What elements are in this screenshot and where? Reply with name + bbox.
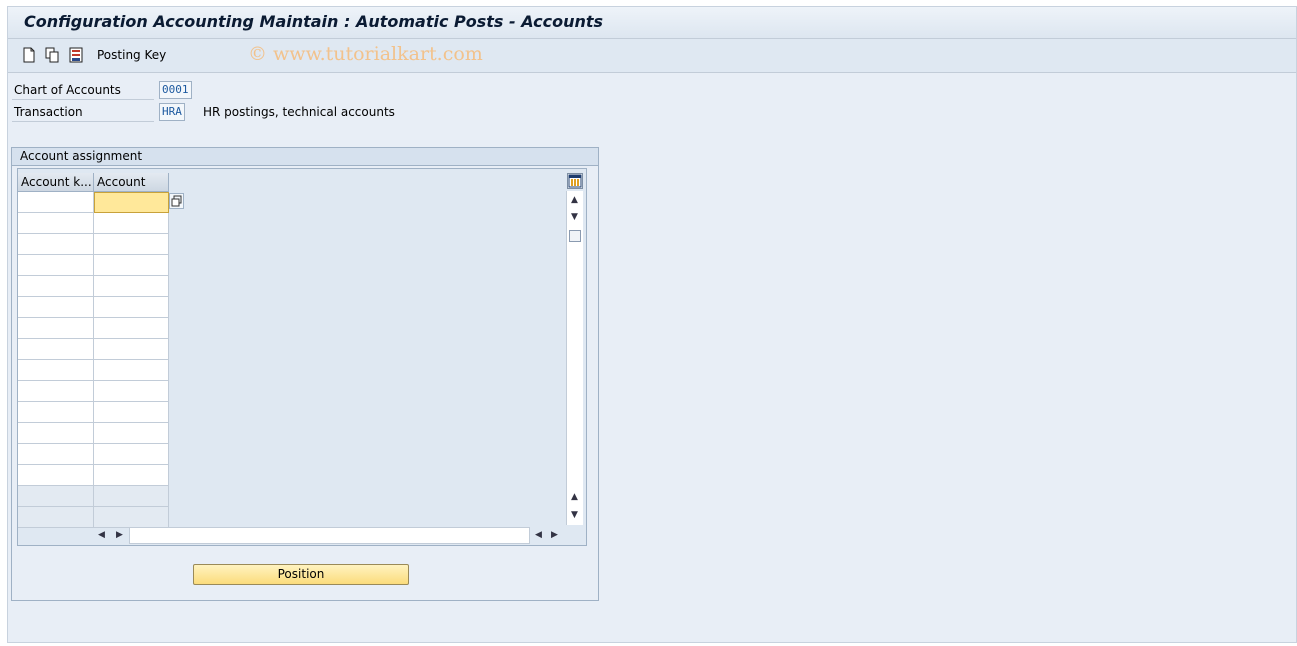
- scroll-down-icon[interactable]: ▼: [567, 210, 582, 225]
- account-key-cell[interactable]: [18, 297, 94, 318]
- account-key-cell[interactable]: [18, 423, 94, 444]
- account-key-cell[interactable]: [18, 465, 94, 486]
- account-key-cell[interactable]: [18, 234, 94, 255]
- account-cell: [94, 486, 169, 507]
- account-key-cell: [18, 486, 94, 507]
- copy-icon[interactable]: [45, 47, 59, 63]
- account-key-cell[interactable]: [18, 360, 94, 381]
- scroll-right-end-icon[interactable]: ▶: [548, 527, 561, 544]
- account-cell[interactable]: [94, 276, 169, 297]
- account-cell: [94, 507, 169, 528]
- account-cell[interactable]: [94, 255, 169, 276]
- chart-of-accounts-label: Chart of Accounts: [12, 81, 154, 100]
- page-title: Configuration Accounting Maintain : Auto…: [24, 12, 604, 31]
- account-cell[interactable]: [94, 465, 169, 486]
- scroll-left-icon[interactable]: ◀: [95, 527, 108, 544]
- account-key-cell[interactable]: [18, 213, 94, 234]
- account-cell[interactable]: [94, 339, 169, 360]
- account-key-cell[interactable]: [18, 318, 94, 339]
- account-key-cell[interactable]: [18, 444, 94, 465]
- table-settings-button[interactable]: [567, 173, 583, 189]
- account-key-cell[interactable]: [18, 402, 94, 423]
- transaction-label: Transaction: [12, 103, 154, 122]
- account-cell[interactable]: [94, 444, 169, 465]
- account-cell[interactable]: [94, 402, 169, 423]
- account-cell[interactable]: [94, 423, 169, 444]
- watermark: © www.tutorialkart.com: [248, 43, 483, 65]
- account-cell[interactable]: [94, 234, 169, 255]
- scroll-left-end-icon[interactable]: ◀: [532, 527, 545, 544]
- scroll-up-icon[interactable]: ▲: [567, 193, 582, 208]
- application-toolbar: Posting Key © www.tutorialkart.com: [8, 39, 1296, 73]
- new-entry-icon[interactable]: [22, 47, 36, 63]
- scroll-right-icon[interactable]: ▶: [113, 527, 126, 544]
- table-settings-icon: [568, 174, 582, 188]
- account-cell[interactable]: [94, 192, 169, 213]
- account-cell[interactable]: [94, 360, 169, 381]
- account-cell[interactable]: [94, 297, 169, 318]
- column-header-account-key[interactable]: Account k...: [18, 173, 94, 192]
- account-assignment-table: Account k... Account ▲ ▼ ▲ ▼ ◀ ▶ ◀ ▶: [17, 168, 587, 546]
- account-assignment-group: Account assignment Account k... Account: [11, 147, 599, 601]
- sap-window: Configuration Accounting Maintain : Auto…: [7, 6, 1297, 643]
- group-header: Account assignment: [12, 148, 598, 166]
- save-icon[interactable]: [69, 47, 83, 63]
- horizontal-scrollbar[interactable]: [129, 527, 530, 544]
- scroll-thumb[interactable]: [569, 230, 581, 242]
- chart-of-accounts-field[interactable]: 0001: [159, 81, 192, 99]
- account-key-cell[interactable]: [18, 381, 94, 402]
- transaction-field[interactable]: HRA: [159, 103, 185, 121]
- account-key-cell[interactable]: [18, 192, 94, 213]
- group-title: Account assignment: [20, 149, 143, 163]
- column-header-account[interactable]: Account: [94, 173, 169, 192]
- account-key-cell: [18, 507, 94, 528]
- account-key-cell[interactable]: [18, 339, 94, 360]
- scroll-page-up-icon[interactable]: ▲: [567, 490, 582, 505]
- value-help-icon: [171, 195, 182, 207]
- account-cell[interactable]: [94, 318, 169, 339]
- account-key-cell[interactable]: [18, 255, 94, 276]
- account-cell[interactable]: [94, 381, 169, 402]
- scroll-page-down-icon[interactable]: ▼: [567, 508, 582, 523]
- account-key-cell[interactable]: [18, 276, 94, 297]
- transaction-description: HR postings, technical accounts: [203, 105, 395, 119]
- account-cell[interactable]: [94, 213, 169, 234]
- posting-key-button[interactable]: Posting Key: [97, 48, 166, 62]
- position-button[interactable]: Position: [193, 564, 409, 585]
- value-help-button[interactable]: [169, 193, 184, 209]
- title-bar: Configuration Accounting Maintain : Auto…: [8, 7, 1296, 39]
